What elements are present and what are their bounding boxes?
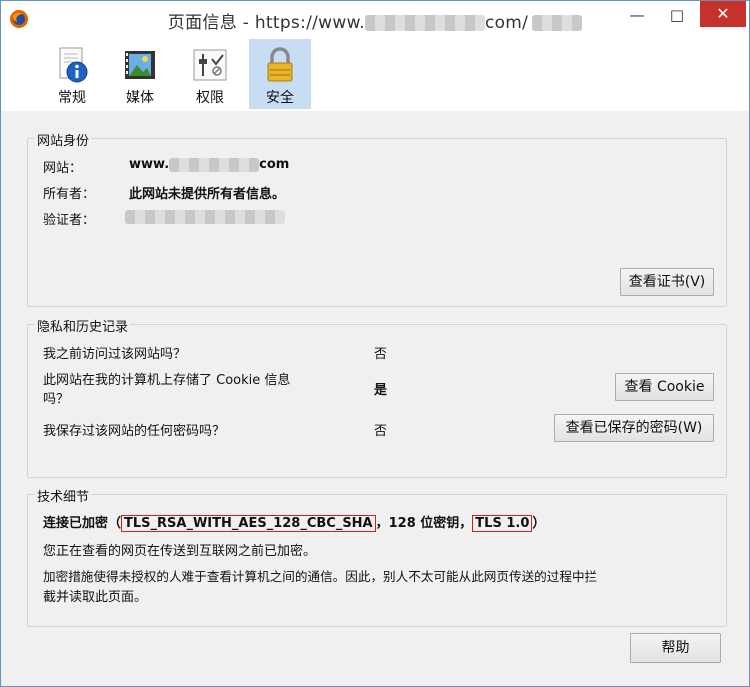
maximize-button[interactable]: □ xyxy=(663,1,691,29)
encryption-note: 您正在查看的网页在传送到互联网之前已加密。 xyxy=(43,544,317,559)
help-button[interactable]: 帮助 xyxy=(630,633,721,663)
page-info-window: 页面信息 - https://www. com/ — □ ✕ 常规 媒体 权限 … xyxy=(0,0,750,687)
visited-question: 我之前访问过该网站吗？ xyxy=(43,347,187,362)
lock-icon xyxy=(267,47,293,82)
verifier-label: 验证者： xyxy=(43,213,96,228)
visited-answer: 否 xyxy=(374,347,388,362)
owner-label: 所有者： xyxy=(43,187,96,202)
tech-title: 技术细节 xyxy=(35,486,92,505)
encryption-explanation-line2: 截并读取此页面。 xyxy=(43,590,148,605)
redacted-path xyxy=(532,15,583,31)
view-saved-passwords-button[interactable]: 查看已保存的密码(W) xyxy=(554,414,714,442)
verifier-value xyxy=(125,209,285,224)
view-certificate-button[interactable]: 查看证书(V) xyxy=(620,268,714,296)
cipher-suite: TLS_RSA_WITH_AES_128_CBC_SHA xyxy=(121,515,376,532)
encryption-explanation-line1: 加密措施使得未授权的人难于查看计算机之间的通信。因此，别人不太可能从此网页传送的… xyxy=(43,569,598,584)
redacted-verifier xyxy=(125,209,285,224)
info-icon xyxy=(59,47,88,83)
connection-prefix: 连接已加密（ xyxy=(43,516,122,531)
title-bar[interactable]: 页面信息 - https://www. com/ — □ ✕ xyxy=(1,1,749,37)
tab-general-label: 常规 xyxy=(58,90,86,106)
password-answer: 否 xyxy=(374,424,388,439)
owner-value: 此网站未提供所有者信息。 xyxy=(129,187,286,202)
media-icon xyxy=(125,51,155,79)
tab-security-label: 安全 xyxy=(266,90,294,106)
password-question: 我保存过该网站的任何密码吗？ xyxy=(43,424,226,439)
tab-toolbar: 常规 媒体 权限 安全 xyxy=(1,37,749,111)
identity-title: 网站身份 xyxy=(35,130,92,149)
cookie-question-line1: 此网站在我的计算机上存储了 Cookie 信息 xyxy=(43,373,291,388)
minimize-button[interactable]: — xyxy=(623,1,651,29)
connection-suffix: ） xyxy=(532,516,546,531)
redacted-website xyxy=(169,157,260,172)
website-prefix: www. xyxy=(129,157,170,172)
tls-protocol: TLS 1.0 xyxy=(472,515,533,532)
tab-media[interactable]: 媒体 xyxy=(109,39,171,109)
title-prefix: 页面信息 - https://www. xyxy=(167,13,365,33)
website-value: www. com xyxy=(129,157,289,172)
tab-permissions-label: 权限 xyxy=(196,90,224,106)
tab-general[interactable]: 常规 xyxy=(41,39,103,109)
close-button[interactable]: ✕ xyxy=(700,1,746,27)
view-cookie-button[interactable]: 查看 Cookie xyxy=(615,373,714,401)
tab-media-label: 媒体 xyxy=(126,90,154,106)
privacy-title: 隐私和历史记录 xyxy=(35,316,131,335)
connection-status: 连接已加密（ TLS_RSA_WITH_AES_128_CBC_SHA ，128 位… xyxy=(43,512,546,532)
tab-security[interactable]: 安全 xyxy=(249,39,311,109)
website-label: 网站： xyxy=(43,161,83,176)
title-suffix: com/ xyxy=(484,13,529,33)
permissions-icon xyxy=(193,49,227,81)
tab-permissions[interactable]: 权限 xyxy=(179,39,241,109)
cookie-answer: 是 xyxy=(374,383,388,398)
cookie-question-line2: 吗？ xyxy=(43,392,70,407)
connection-mid: ，128 位密钥， xyxy=(375,516,473,531)
redacted-domain xyxy=(364,15,485,31)
website-suffix: com xyxy=(259,157,290,172)
